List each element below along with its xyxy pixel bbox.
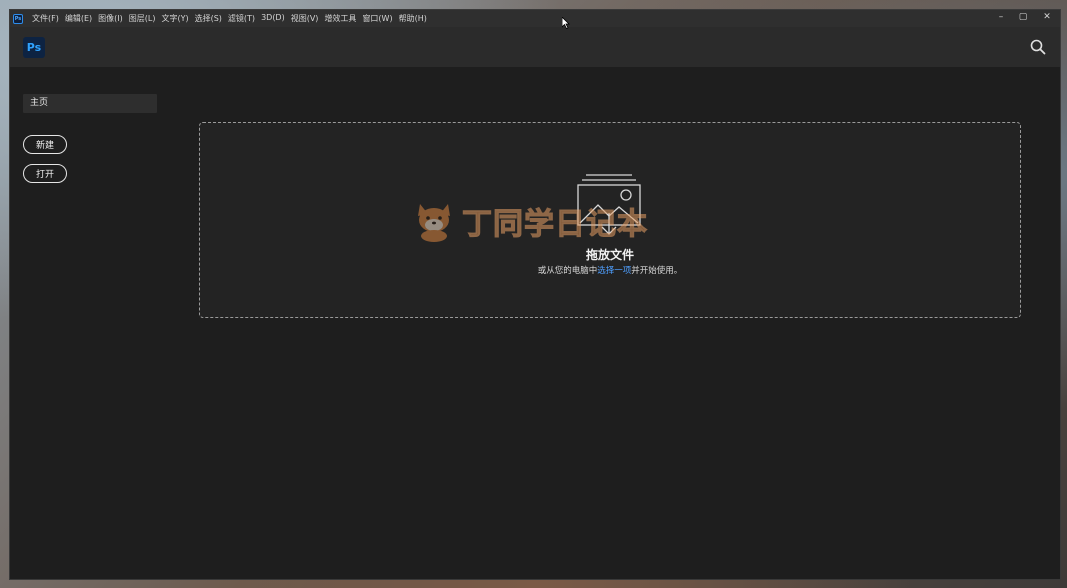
menu-image[interactable]: 图像(I) <box>95 13 126 24</box>
menu-type[interactable]: 文字(Y) <box>158 13 191 24</box>
title-bar[interactable]: Ps 文件(F) 编辑(E) 图像(I) 图层(L) 文字(Y) 选择(S) 滤… <box>10 10 1060 27</box>
maximize-button[interactable]: ▢ <box>1012 11 1034 23</box>
file-drop-zone[interactable]: 拖放文件 或从您的电脑中选择一项并开始使用。 <box>199 122 1021 318</box>
app-header: Ps <box>10 27 1060 67</box>
photoshop-logo: Ps <box>23 37 45 58</box>
sidebar-item-home[interactable]: 主页 <box>23 94 157 113</box>
menu-help[interactable]: 帮助(H) <box>396 13 430 24</box>
app-icon: Ps <box>13 13 23 24</box>
drop-title: 拖放文件 <box>585 248 634 262</box>
search-icon[interactable] <box>1030 39 1046 55</box>
menu-edit[interactable]: 编辑(E) <box>62 13 95 24</box>
menu-view[interactable]: 视图(V) <box>288 13 322 24</box>
menu-select[interactable]: 选择(S) <box>192 13 225 24</box>
mouse-cursor <box>561 14 570 30</box>
menu-layer[interactable]: 图层(L) <box>126 13 159 24</box>
drop-subtitle-prefix: 或从您的电脑中 <box>537 266 598 276</box>
image-drop-icon <box>576 171 642 237</box>
new-file-button[interactable]: 新建 <box>23 135 67 154</box>
menu-plugins[interactable]: 增效工具 <box>321 13 359 24</box>
select-file-link[interactable]: 选择一项 <box>597 266 631 276</box>
menu-filter[interactable]: 滤镜(T) <box>225 13 258 24</box>
menu-bar: 文件(F) 编辑(E) 图像(I) 图层(L) 文字(Y) 选择(S) 滤镜(T… <box>29 13 430 24</box>
minimize-button[interactable]: – <box>990 11 1012 23</box>
drop-subtitle: 或从您的电脑中选择一项并开始使用。 <box>200 264 1020 276</box>
menu-file[interactable]: 文件(F) <box>29 13 62 24</box>
close-button[interactable]: ✕ <box>1034 11 1060 23</box>
photoshop-window: Ps 文件(F) 编辑(E) 图像(I) 图层(L) 文字(Y) 选择(S) 滤… <box>9 9 1061 580</box>
drop-subtitle-suffix: 并开始使用。 <box>631 266 683 276</box>
home-content: 主页 新建 打开 拖放文件 或从您的电脑中选择一项并开始使用。 <box>10 67 1060 579</box>
menu-window[interactable]: 窗口(W) <box>359 13 395 24</box>
open-file-button[interactable]: 打开 <box>23 164 67 183</box>
menu-3d[interactable]: 3D(D) <box>258 13 288 24</box>
window-controls: – ▢ ✕ <box>990 10 1060 27</box>
